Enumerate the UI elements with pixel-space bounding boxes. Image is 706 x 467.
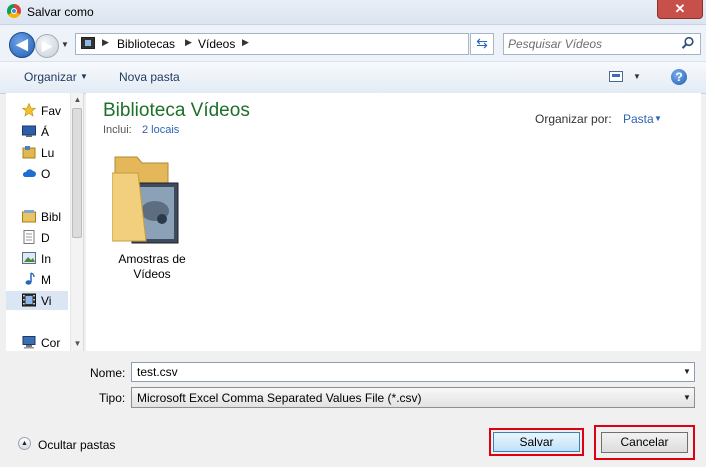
- arrange-by-label: Organizar por:: [535, 112, 612, 126]
- save-button[interactable]: Salvar: [489, 428, 584, 456]
- video-icon: [22, 293, 36, 307]
- sidebar-item-label: Lu: [41, 146, 55, 160]
- video-library-icon: [81, 37, 95, 49]
- libraries-icon: [22, 210, 36, 223]
- file-list-pane[interactable]: Biblioteca Vídeos Inclui: 2 locais Organ…: [86, 93, 701, 351]
- locations-link[interactable]: 2 locais: [142, 124, 179, 136]
- title-bar: Salvar como ✕: [0, 0, 706, 25]
- chevron-down-icon[interactable]: ▼: [683, 367, 691, 376]
- filename-field[interactable]: ▼: [131, 362, 695, 382]
- breadcrumb-chevron-icon[interactable]: ▶: [242, 37, 249, 48]
- command-toolbar: Organizar ▼ Nova pasta ▼ ?: [0, 61, 706, 94]
- scroll-down-icon[interactable]: ▼: [71, 337, 83, 351]
- filetype-select[interactable]: Microsoft Excel Comma Separated Values F…: [131, 387, 695, 408]
- close-button[interactable]: ✕: [657, 0, 703, 19]
- cancel-button[interactable]: Cancelar: [594, 425, 695, 460]
- sidebar-item-label: O: [41, 167, 51, 181]
- library-title: Biblioteca Vídeos: [103, 100, 250, 121]
- sidebar-item-label: M: [41, 273, 51, 287]
- computer-icon: [22, 336, 36, 349]
- filetype-value: Microsoft Excel Comma Separated Values F…: [137, 391, 422, 405]
- sidebar-item-desktop[interactable]: Á: [6, 122, 68, 141]
- help-button[interactable]: ?: [671, 69, 687, 85]
- star-icon: [22, 103, 36, 117]
- view-options-dropdown-icon[interactable]: ▼: [633, 72, 641, 81]
- chevron-down-icon[interactable]: ▼: [80, 72, 88, 81]
- cancel-button-label[interactable]: Cancelar: [601, 432, 688, 453]
- sidebar-item-label: Bibl: [41, 210, 62, 224]
- filename-input[interactable]: [137, 365, 677, 379]
- sidebar-item-places[interactable]: Lu: [6, 143, 68, 162]
- sidebar-item-label: In: [41, 252, 52, 266]
- scroll-up-icon[interactable]: ▲: [71, 93, 83, 107]
- image-icon: [22, 252, 36, 264]
- sidebar-item-videos[interactable]: Vi: [6, 291, 68, 310]
- filetype-label: Tipo:: [99, 391, 126, 405]
- chrome-app-icon: [7, 4, 21, 18]
- forward-button[interactable]: ▶: [35, 34, 59, 58]
- search-input[interactable]: [508, 36, 676, 51]
- music-icon: [25, 272, 35, 285]
- address-bar[interactable]: ▶ Bibliotecas ▶ Vídeos ▶ ▼: [75, 33, 536, 55]
- desktop-icon: [22, 125, 36, 137]
- breadcrumb-videos[interactable]: Vídeos: [198, 37, 235, 51]
- new-folder-button[interactable]: Nova pasta: [119, 70, 180, 84]
- sidebar-item-label: D: [41, 231, 50, 245]
- scrollbar-thumb[interactable]: [72, 108, 82, 238]
- video-folder-icon: [112, 156, 179, 244]
- sidebar-item-label: Cor: [41, 336, 61, 350]
- places-icon: [22, 146, 36, 159]
- sidebar-scrollbar[interactable]: ▲ ▼: [70, 93, 83, 351]
- hide-folders-button[interactable]: Ocultar pastas: [38, 438, 115, 452]
- include-label: Inclui:: [103, 124, 132, 136]
- navigation-bar: ◀ ▶ ▼ ▶ Bibliotecas ▶ Vídeos ▶ ▼ ⇆: [0, 25, 706, 61]
- window-title: Salvar como: [27, 5, 94, 19]
- change-view-icon[interactable]: [609, 71, 623, 82]
- document-icon: [23, 230, 35, 244]
- chevron-down-icon[interactable]: ▼: [683, 393, 691, 402]
- sidebar-item-music[interactable]: M: [6, 270, 68, 289]
- recent-locations-dropdown[interactable]: ▼: [61, 40, 69, 49]
- sidebar-item-images[interactable]: In: [6, 249, 68, 268]
- sidebar-item-libraries[interactable]: Bibl: [6, 207, 68, 226]
- filename-label: Nome:: [90, 366, 126, 380]
- refresh-button[interactable]: ⇆: [470, 33, 494, 55]
- folder-item[interactable]: Amostras de Vídeos: [106, 153, 198, 285]
- sidebar-item-onedrive[interactable]: O: [6, 164, 68, 183]
- folder-label: Amostras de Vídeos: [118, 252, 186, 281]
- save-button-label[interactable]: Salvar: [493, 432, 580, 452]
- collapse-up-icon[interactable]: ▲: [18, 437, 31, 450]
- breadcrumb-libraries[interactable]: Bibliotecas: [117, 37, 175, 51]
- back-button[interactable]: ◀: [9, 32, 35, 58]
- breadcrumb-chevron-icon[interactable]: ▶: [185, 37, 192, 48]
- sidebar-item-computer[interactable]: Cor: [6, 333, 68, 351]
- sidebar-item-favorites[interactable]: Fav: [6, 101, 68, 120]
- organize-menu-button[interactable]: Organizar: [24, 70, 77, 84]
- search-box[interactable]: [503, 33, 701, 55]
- sidebar-item-label: Fav: [41, 104, 62, 118]
- sidebar-item-label: Vi: [41, 294, 52, 308]
- navigation-pane: Fav Á Lu O Bibl D In M Vi Cor ▲ ▼: [6, 93, 84, 351]
- search-icon[interactable]: [681, 36, 695, 50]
- sidebar-item-documents[interactable]: D: [6, 228, 68, 247]
- breadcrumb-chevron-icon[interactable]: ▶: [102, 37, 109, 48]
- cloud-icon: [22, 169, 36, 177]
- chevron-down-icon[interactable]: ▼: [654, 114, 662, 123]
- sidebar-item-label: Á: [41, 125, 50, 139]
- arrange-by-dropdown[interactable]: Pasta: [623, 112, 654, 126]
